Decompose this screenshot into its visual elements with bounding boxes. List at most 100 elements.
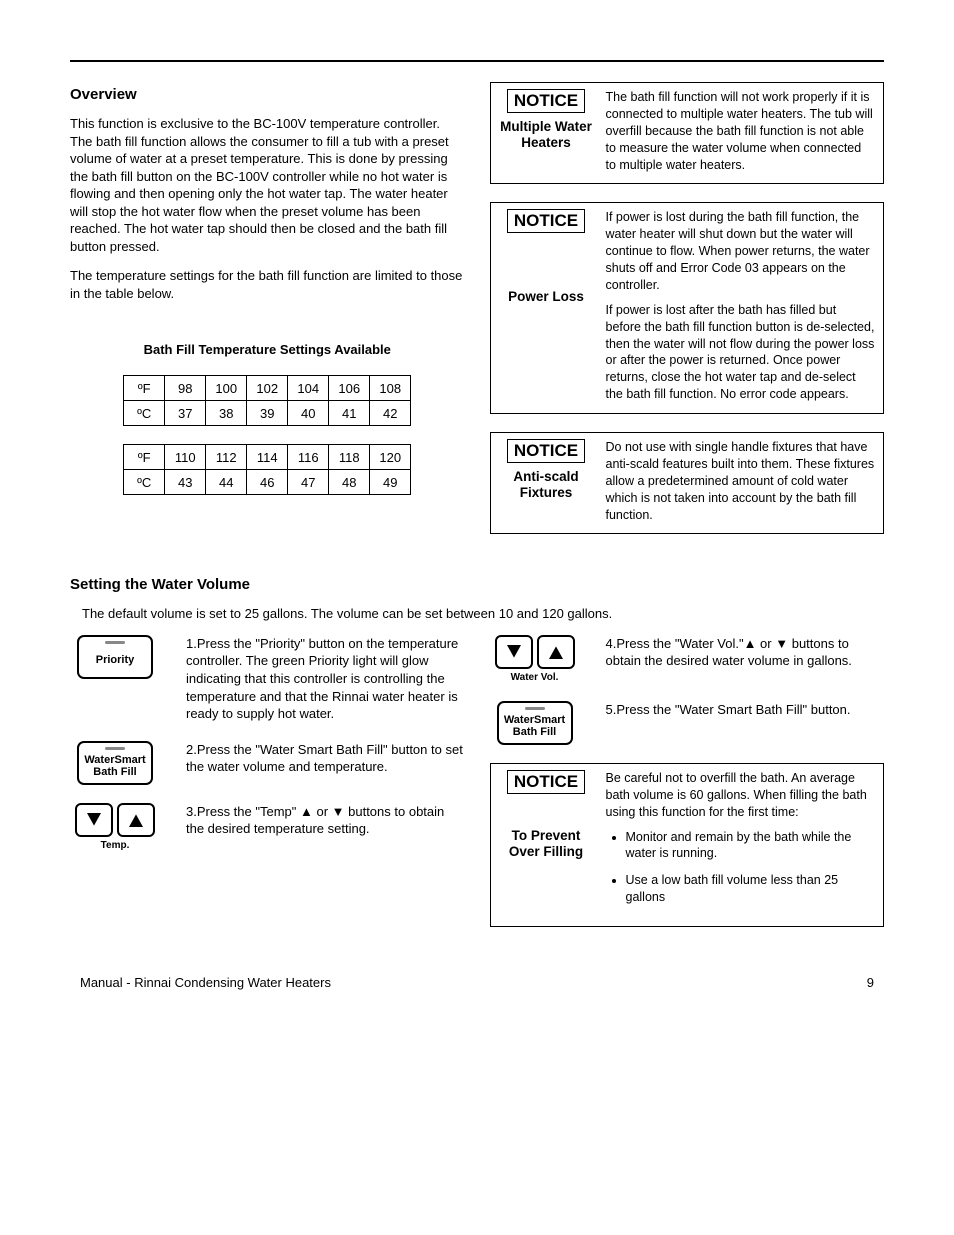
priority-button[interactable]: Priority (77, 635, 153, 679)
notice-text: If power is lost after the bath has fill… (606, 302, 876, 403)
watervol-down-button[interactable] (495, 635, 533, 669)
list-item: Use a low bath fill volume less than 25 … (626, 872, 876, 906)
cell: 102 (247, 376, 288, 401)
notice-text: Do not use with single handle fixtures t… (606, 439, 876, 523)
cell: 106 (329, 376, 370, 401)
page-number: 9 (867, 975, 874, 990)
cell: 37 (165, 401, 206, 426)
button-label-line2: Bath Fill (513, 726, 556, 738)
cell: 41 (329, 401, 370, 426)
notice-left: NOTICE Multiple Water Heaters (499, 89, 594, 173)
cell: 110 (165, 445, 206, 470)
notice-tag: NOTICE (507, 770, 585, 794)
cell: 98 (165, 376, 206, 401)
temp-down-button[interactable] (75, 803, 113, 837)
cell: 49 (370, 470, 411, 495)
button-col: Priority (70, 635, 160, 723)
table-row: ºC 43 44 46 47 48 49 (124, 470, 411, 495)
cell: 44 (206, 470, 247, 495)
table-row: ºF 110 112 114 116 118 120 (124, 445, 411, 470)
step-1: Priority 1.Press the "Priority" button o… (70, 635, 465, 723)
temp-table-2: ºF 110 112 114 116 118 120 ºC 43 44 46 4… (123, 444, 411, 495)
triangle-down-icon (507, 645, 521, 659)
notice-subtitle: Anti-scald Fixtures (499, 469, 594, 501)
notice-body: The bath fill function will not work pro… (606, 89, 876, 173)
cell: 46 (247, 470, 288, 495)
button-label-line1: WaterSmart (504, 714, 565, 726)
step-text: 3.Press the "Temp" ▲ or ▼ buttons to obt… (186, 803, 465, 851)
cell: 47 (288, 470, 329, 495)
notice-multiple-heaters: NOTICE Multiple Water Heaters The bath f… (490, 82, 885, 184)
step-text: 5.Press the "Water Smart Bath Fill" butt… (606, 701, 885, 745)
notice-body: Be careful not to overfill the bath. An … (606, 770, 876, 916)
steps-left: Priority 1.Press the "Priority" button o… (70, 635, 465, 945)
bath-fill-button[interactable]: WaterSmart Bath Fill (77, 741, 153, 785)
bath-fill-button[interactable]: WaterSmart Bath Fill (497, 701, 573, 745)
temp-up-button[interactable] (117, 803, 155, 837)
button-label: WaterSmart Bath Fill (84, 755, 145, 778)
notice-subtitle: To Prevent Over Filling (499, 828, 594, 860)
watervol-arrow-group: Water Vol. (495, 635, 575, 683)
step-text: 4.Press the "Water Vol."▲ or ▼ buttons t… (606, 635, 885, 683)
top-separator (70, 60, 884, 62)
temp-table-1: ºF 98 100 102 104 106 108 ºC 37 38 39 40… (123, 375, 411, 426)
table-row: ºF 98 100 102 104 106 108 (124, 376, 411, 401)
cell: ºF (124, 445, 165, 470)
notice-text: Be careful not to overfill the bath. An … (606, 770, 876, 821)
notice-text: If power is lost during the bath fill fu… (606, 209, 876, 293)
cell: 118 (329, 445, 370, 470)
cell: 100 (206, 376, 247, 401)
right-column: NOTICE Multiple Water Heaters The bath f… (490, 82, 885, 552)
button-col: Water Vol. (490, 635, 580, 683)
notice-left: NOTICE To Prevent Over Filling (499, 770, 594, 916)
watervol-label: Water Vol. (511, 672, 559, 683)
cell: 104 (288, 376, 329, 401)
overview-p1: This function is exclusive to the BC-100… (70, 115, 465, 255)
cell: 39 (247, 401, 288, 426)
notice-tag: NOTICE (507, 209, 585, 233)
watervol-up-button[interactable] (537, 635, 575, 669)
steps-right: Water Vol. 4.Press the "Water Vol."▲ or … (490, 635, 885, 945)
indicator-slot-icon (105, 641, 125, 644)
indicator-slot-icon (525, 707, 545, 710)
cell: 38 (206, 401, 247, 426)
button-col: WaterSmart Bath Fill (70, 741, 160, 785)
cell: 112 (206, 445, 247, 470)
cell: 120 (370, 445, 411, 470)
notice-body: If power is lost during the bath fill fu… (606, 209, 876, 403)
notice-tag: NOTICE (507, 439, 585, 463)
temp-arrow-group: Temp. (75, 803, 155, 851)
notice-anti-scald: NOTICE Anti-scald Fixtures Do not use wi… (490, 432, 885, 534)
step-2: WaterSmart Bath Fill 2.Press the "Water … (70, 741, 465, 785)
left-column: Overview This function is exclusive to t… (70, 82, 465, 552)
overview-heading: Overview (70, 86, 465, 103)
step-3: Temp. 3.Press the "Temp" ▲ or ▼ buttons … (70, 803, 465, 851)
footer-left: Manual - Rinnai Condensing Water Heaters (80, 975, 331, 990)
cell: ºF (124, 376, 165, 401)
cell: 43 (165, 470, 206, 495)
prevent-list: Monitor and remain by the bath while the… (606, 829, 876, 907)
step-text: 2.Press the "Water Smart Bath Fill" butt… (186, 741, 465, 785)
triangle-up-icon (129, 813, 143, 827)
overview-p2: The temperature settings for the bath fi… (70, 267, 465, 302)
step-5: WaterSmart Bath Fill 5.Press the "Water … (490, 701, 885, 745)
steps-columns: Priority 1.Press the "Priority" button o… (70, 635, 884, 945)
notice-subtitle: Multiple Water Heaters (499, 119, 594, 151)
page-footer: Manual - Rinnai Condensing Water Heaters… (70, 975, 884, 990)
volume-heading: Setting the Water Volume (70, 576, 884, 593)
cell: ºC (124, 401, 165, 426)
button-label-line2: Bath Fill (93, 766, 136, 778)
indicator-slot-icon (105, 747, 125, 750)
cell: 114 (247, 445, 288, 470)
volume-intro: The default volume is set to 25 gallons.… (82, 605, 884, 623)
cell: 40 (288, 401, 329, 426)
temp-tables: ºF 98 100 102 104 106 108 ºC 37 38 39 40… (70, 375, 465, 495)
temp-table-title: Bath Fill Temperature Settings Available (70, 342, 465, 357)
temp-label: Temp. (101, 840, 130, 851)
step-4: Water Vol. 4.Press the "Water Vol."▲ or … (490, 635, 885, 683)
table-row: ºC 37 38 39 40 41 42 (124, 401, 411, 426)
triangle-up-icon (549, 645, 563, 659)
step-text: 1.Press the "Priority" button on the tem… (186, 635, 465, 723)
notice-subtitle: Power Loss (508, 289, 584, 305)
list-item: Monitor and remain by the bath while the… (626, 829, 876, 863)
